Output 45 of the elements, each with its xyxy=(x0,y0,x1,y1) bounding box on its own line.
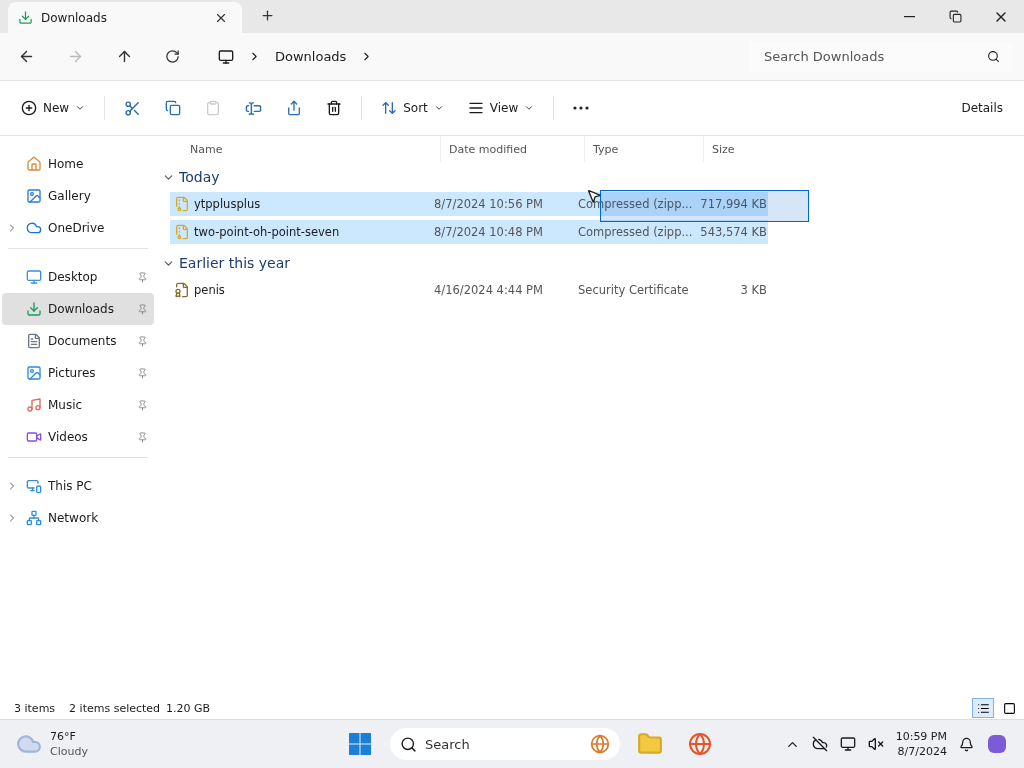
taskbar-search-field[interactable]: Search xyxy=(390,728,620,760)
temperature: 76°F xyxy=(50,729,77,744)
date-cell-text: 8/7/2024 10:48 PM xyxy=(433,225,544,239)
sidebar-item[interactable]: OneDrive xyxy=(2,212,154,244)
sidebar-item[interactable]: Desktop xyxy=(2,261,154,293)
tab[interactable]: Downloads xyxy=(8,2,242,33)
new-button[interactable]: New xyxy=(12,94,95,122)
date-cell-text: 4/16/2024 4:44 PM xyxy=(433,283,544,297)
item-count: 3 items xyxy=(14,701,56,715)
group-header: Today xyxy=(179,169,220,185)
search-field[interactable]: Search Downloads xyxy=(762,48,987,65)
column-header[interactable]: Name xyxy=(182,136,440,162)
type-cell-text: Compressed (zipp... xyxy=(577,225,691,239)
sidebar-item[interactable]: This PC xyxy=(2,470,154,502)
sort-button[interactable]: Sort xyxy=(372,94,453,122)
sidebar-item[interactable]: Music xyxy=(2,389,154,421)
sidebar-item[interactable]: Gallery xyxy=(2,180,154,212)
column-header[interactable]: Date modified xyxy=(440,136,584,162)
size-cell-text: 543,574 KB xyxy=(699,225,768,239)
file-name: ytpplusplus xyxy=(194,197,261,211)
date-cell-text: 8/7/2024 10:56 PM xyxy=(433,197,544,211)
sidebar-item[interactable]: Network xyxy=(2,502,154,534)
sidebar-item[interactable]: Home xyxy=(2,148,154,180)
file-row[interactable]: two-point-oh-point-seven 8/7/2024 10:48 PM Compressed (zipp... 543,574 KB xyxy=(170,220,768,244)
selection-size: 1.20 GB xyxy=(166,701,211,715)
column-header[interactable]: Size xyxy=(703,136,783,162)
sidebar-item[interactable]: Documents xyxy=(2,325,154,357)
file-name: two-point-oh-point-seven xyxy=(194,225,340,239)
sidebar-item[interactable]: Videos xyxy=(2,421,154,453)
column-header[interactable]: Type xyxy=(584,136,703,162)
details-button[interactable]: Details xyxy=(952,95,1012,121)
group-header: Earlier this year xyxy=(179,255,290,271)
size-cell-text: 717,994 KB xyxy=(699,197,768,211)
type-cell-text: Security Certificate xyxy=(577,283,690,297)
size-cell-text: 3 KB xyxy=(739,283,768,297)
sidebar-item[interactable]: Pictures xyxy=(2,357,154,389)
tab-title: Downloads xyxy=(41,10,108,25)
breadcrumb[interactable]: Downloads xyxy=(275,49,347,64)
view-button[interactable]: View xyxy=(458,94,544,122)
file-name: penis xyxy=(194,283,225,297)
sidebar-item[interactable]: Downloads xyxy=(2,293,154,325)
weather-condition: Cloudy xyxy=(50,744,88,759)
file-row[interactable]: penis 4/16/2024 4:44 PM Security Certificate 3 KB xyxy=(170,278,768,302)
clock[interactable]: 10:59 PM 8/7/2024 xyxy=(895,729,947,759)
selection-count: 2 items selected xyxy=(69,701,161,715)
